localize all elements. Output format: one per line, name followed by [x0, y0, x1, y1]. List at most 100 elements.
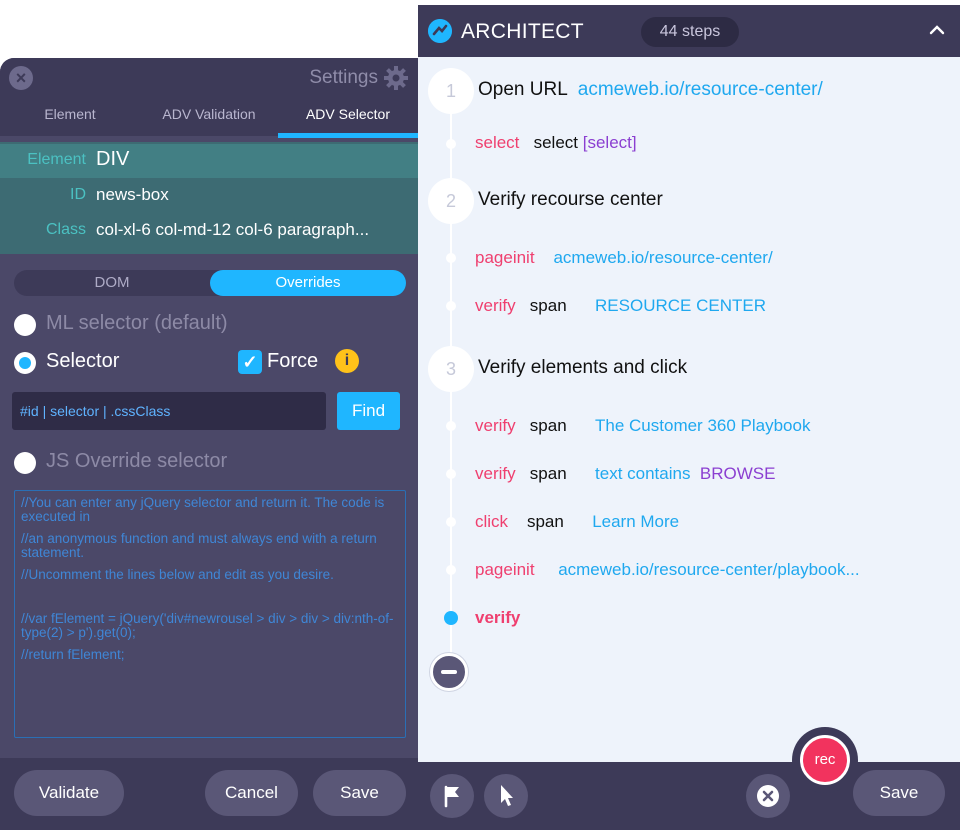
validate-button[interactable]: Validate	[14, 770, 124, 816]
step-number: 3	[428, 346, 474, 392]
force-label: Force	[267, 350, 319, 372]
gear-icon[interactable]	[384, 66, 408, 90]
row-extra: BROWSE	[699, 464, 776, 483]
row-keyword: select	[475, 133, 520, 152]
list-item[interactable]: pageinit acmeweb.io/resource-center/play…	[475, 560, 860, 580]
chevron-up-icon[interactable]	[926, 19, 948, 41]
row-tag: span	[529, 296, 567, 315]
toggle-overrides[interactable]: Overrides	[210, 270, 406, 296]
list-item[interactable]: verify	[475, 608, 520, 628]
code-line: //var fElement = jQuery('div#newrousel >…	[21, 611, 394, 640]
ml-selector-text: ML selector	[46, 312, 149, 334]
active-step-dot	[444, 611, 458, 625]
row-tag: select	[533, 133, 579, 152]
ml-selector-label: ML selector (default)	[46, 312, 228, 335]
id-value: news-box	[96, 185, 169, 204]
step-url[interactable]: acmeweb.io/resource-center/	[578, 79, 823, 100]
row-tag: span	[526, 512, 564, 531]
list-item[interactable]: click span Learn More	[475, 512, 679, 532]
element-value: DIV	[96, 148, 130, 170]
row-tag: span	[529, 464, 567, 483]
row-value: acmeweb.io/resource-center/	[553, 248, 773, 267]
class-label: Class	[45, 221, 86, 238]
close-circle-icon-svg	[757, 785, 779, 807]
step-title[interactable]: Verify recourse center	[478, 189, 663, 211]
architect-panel: ARCHITECT 44 steps 1 Open URL acmeweb.io/…	[418, 5, 960, 830]
class-value: col-xl-6 col-md-12 col-6 paragraph...	[96, 220, 370, 239]
row-keyword: verify	[475, 416, 516, 435]
pointer-icon-svg	[501, 785, 513, 806]
code-line: //an anonymous function and must always …	[21, 531, 377, 560]
settings-title: Settings	[309, 67, 378, 88]
close-circle-icon[interactable]	[746, 774, 790, 818]
code-line: //Uncomment the lines below and edit as …	[21, 567, 334, 582]
row-value: text contains	[595, 464, 691, 483]
toggle-dom[interactable]: DOM	[14, 270, 210, 296]
row-keyword: verify	[475, 296, 516, 315]
tab-adv-selector[interactable]: ADV Selector	[278, 96, 418, 136]
record-button[interactable]: rec	[800, 735, 850, 785]
steps-count-badge: 44 steps	[641, 17, 739, 47]
close-icon[interactable]: ×	[9, 66, 33, 90]
list-item[interactable]: verify span RESOURCE CENTER	[475, 296, 766, 316]
list-item[interactable]: verify span The Customer 360 Playbook	[475, 416, 810, 436]
row-keyword: verify	[475, 464, 516, 483]
architect-logo-icon	[428, 19, 452, 43]
list-item[interactable]: verify span text contains BROWSE	[475, 464, 775, 484]
find-button[interactable]: Find	[337, 392, 400, 430]
code-line: //return fElement;	[21, 647, 125, 662]
settings-panel: × Settings Element ADV Validation ADV Se…	[0, 58, 418, 830]
ml-selector-radio[interactable]	[14, 314, 36, 336]
pointer-icon[interactable]	[484, 774, 528, 818]
cancel-button[interactable]: Cancel	[205, 770, 298, 816]
settings-tabs: Element ADV Validation ADV Selector	[0, 96, 418, 136]
dom-overrides-toggle: DOM Overrides	[14, 270, 406, 296]
flag-icon[interactable]	[430, 774, 474, 818]
step-dot	[446, 421, 456, 431]
selector-radio[interactable]	[14, 352, 36, 374]
save-button[interactable]: Save	[313, 770, 406, 816]
selector-input[interactable]: #id | selector | .cssClass	[12, 392, 326, 430]
row-keyword: pageinit	[475, 248, 535, 267]
info-icon[interactable]: i	[335, 349, 359, 373]
row-value: RESOURCE CENTER	[595, 296, 766, 315]
row-extra: [select]	[582, 133, 637, 152]
tab-adv-validation[interactable]: ADV Validation	[140, 96, 278, 136]
id-label: ID	[70, 186, 86, 203]
architect-save-button[interactable]: Save	[853, 770, 945, 816]
step-number: 2	[428, 178, 474, 224]
minus-icon[interactable]	[430, 653, 468, 691]
force-checkbox[interactable]: ✓	[238, 350, 262, 374]
tab-element[interactable]: Element	[0, 96, 140, 136]
row-tag: span	[529, 416, 567, 435]
step-number: 1	[428, 68, 474, 114]
selector-label: Selector	[46, 350, 120, 372]
step-dot	[446, 253, 456, 263]
step-title[interactable]: Open URL acmeweb.io/resource-center/	[478, 79, 823, 101]
active-tab-indicator	[278, 133, 418, 138]
js-override-label: JS Override selector	[46, 450, 228, 472]
js-override-radio[interactable]	[14, 452, 36, 474]
row-value: acmeweb.io/resource-center/playbook...	[558, 560, 860, 579]
js-code-editor[interactable]: //You can enter any jQuery selector and …	[14, 490, 406, 738]
architect-title: ARCHITECT	[461, 20, 584, 43]
list-item[interactable]: pageinit acmeweb.io/resource-center/	[475, 248, 773, 268]
row-value: Learn More	[592, 512, 680, 531]
row-keyword: verify	[475, 608, 521, 627]
row-keyword: click	[475, 512, 509, 531]
ml-selector-default: (default)	[154, 312, 228, 334]
step-title[interactable]: Verify elements and click	[478, 357, 687, 379]
step-dot	[446, 517, 456, 527]
step-dot	[446, 139, 456, 149]
flag-icon-svg	[444, 785, 459, 808]
list-item[interactable]: select select [select]	[475, 133, 637, 153]
code-line: //You can enter any jQuery selector and …	[21, 495, 385, 524]
step-title-text: Open URL	[478, 79, 568, 100]
element-label: Element	[27, 151, 86, 168]
step-dot	[446, 469, 456, 479]
row-keyword: pageinit	[475, 560, 535, 579]
step-dot	[446, 565, 456, 575]
step-dot	[446, 301, 456, 311]
row-value: The Customer 360 Playbook	[595, 416, 811, 435]
